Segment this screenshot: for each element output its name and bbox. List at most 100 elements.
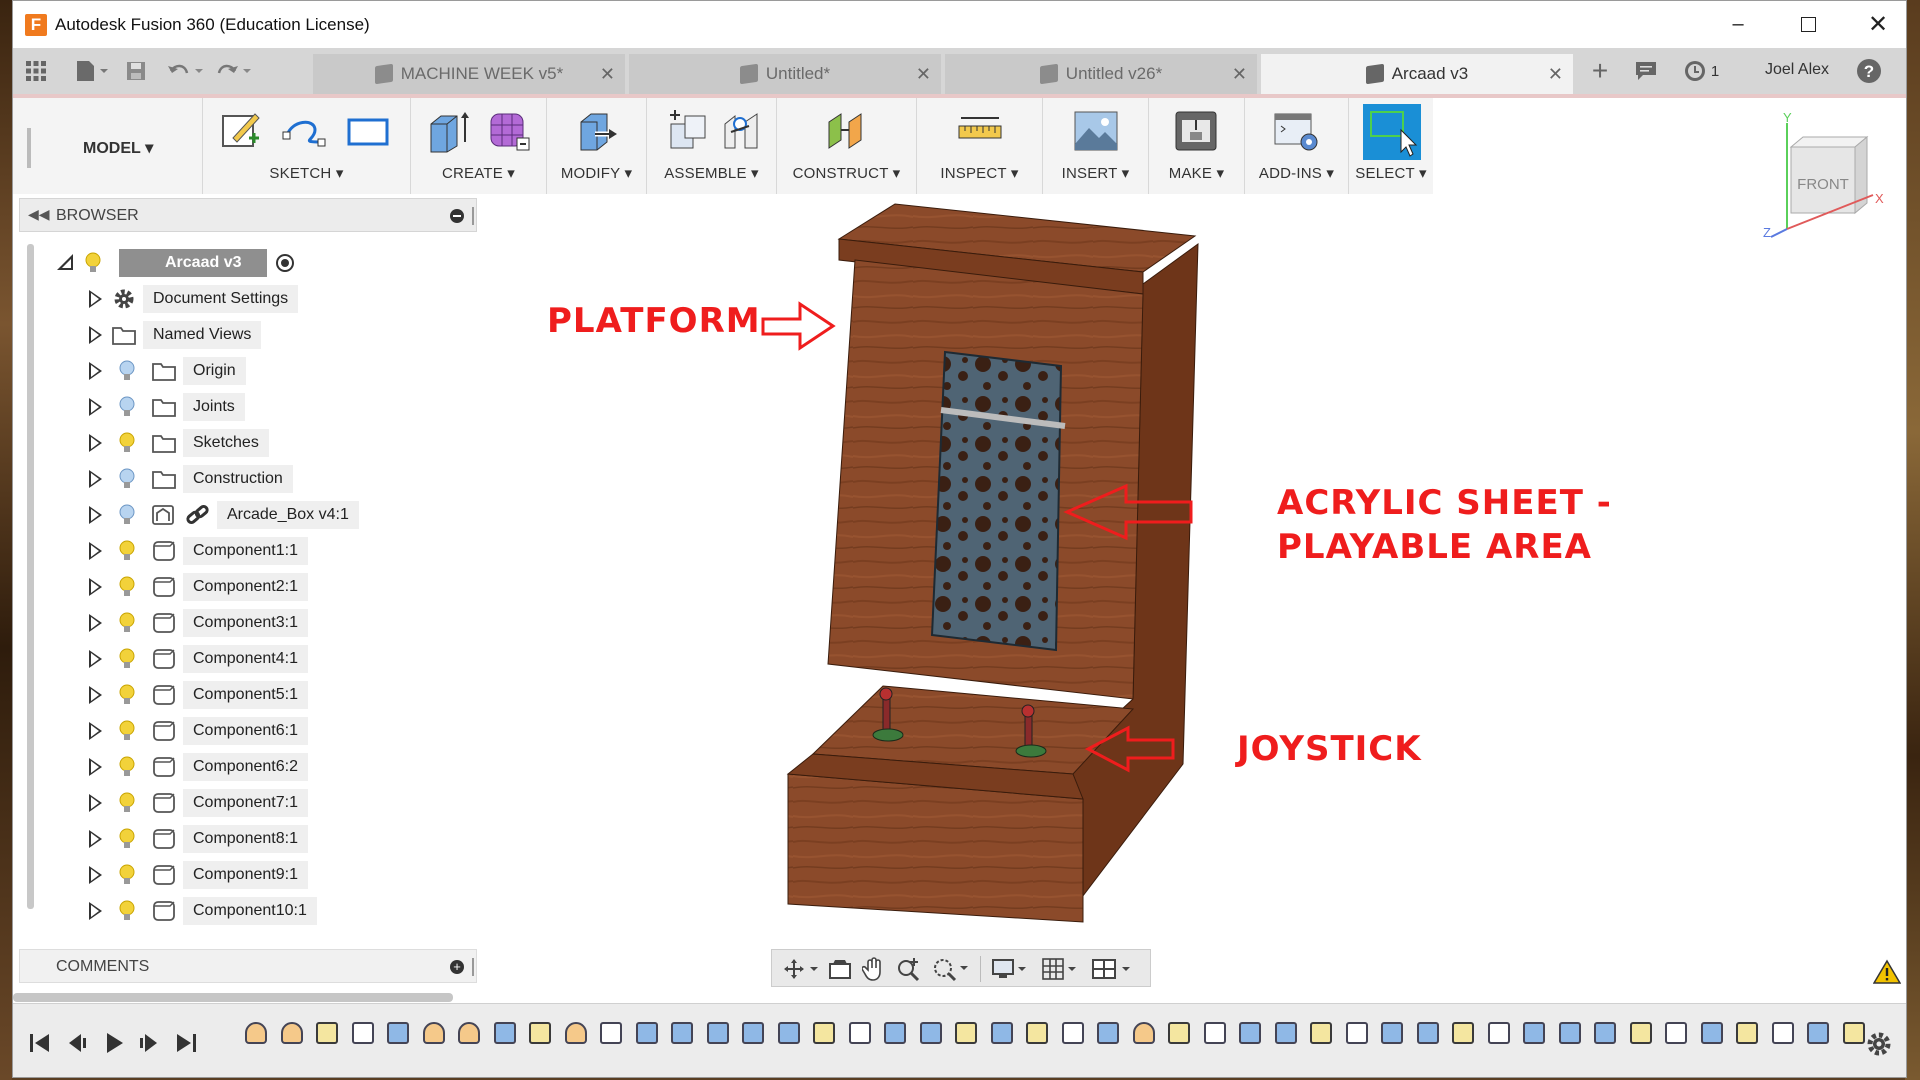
extrude-feature-icon[interactable] <box>1558 1022 1581 1044</box>
fit-zoom-window-icon[interactable] <box>932 956 972 982</box>
extrude-feature-icon[interactable] <box>387 1022 409 1044</box>
close-tab-icon[interactable]: ✕ <box>1548 64 1563 85</box>
press-pull-icon[interactable] <box>573 108 619 154</box>
data-panel-grid-icon[interactable] <box>23 58 49 84</box>
horizontal-scrollbar[interactable] <box>13 993 453 1002</box>
measure-icon[interactable] <box>957 108 1003 154</box>
new-component-icon[interactable] <box>665 108 711 154</box>
add-ins-group[interactable]: ADD-INS ▾ <box>1245 98 1349 194</box>
comments-panel[interactable]: COMMENTS + <box>19 949 477 983</box>
component-feature-icon[interactable] <box>1487 1022 1510 1044</box>
extrude-feature-icon[interactable] <box>1381 1022 1403 1044</box>
select-tool-icon[interactable] <box>1363 104 1421 160</box>
make-group[interactable]: MAKE ▾ <box>1149 98 1245 194</box>
display-settings-icon[interactable] <box>992 958 1032 980</box>
sketch-feature-icon[interactable] <box>1842 1022 1865 1044</box>
tab-untitled[interactable]: Untitled* ✕ <box>629 54 941 94</box>
step-forward-icon[interactable] <box>137 1030 163 1056</box>
extrude-feature-icon[interactable] <box>777 1022 800 1044</box>
extrude-feature-icon[interactable] <box>1274 1022 1297 1044</box>
extrude-feature-icon[interactable] <box>1523 1022 1545 1044</box>
extrude-feature-icon[interactable] <box>635 1022 658 1044</box>
insert-canvas-icon[interactable] <box>1073 108 1119 154</box>
joint-icon[interactable] <box>719 108 765 154</box>
new-tab-plus-icon[interactable]: + <box>1583 55 1617 86</box>
pan-hand-icon[interactable] <box>862 956 886 982</box>
go-to-end-icon[interactable] <box>173 1030 199 1056</box>
component-feature-icon[interactable] <box>1665 1022 1687 1044</box>
job-status-clock-icon[interactable]: 1 <box>1677 58 1725 84</box>
extrude-feature-icon[interactable] <box>1700 1022 1723 1044</box>
workspace-switcher[interactable]: MODEL ▾ <box>33 98 203 194</box>
rectangle-tool-icon[interactable] <box>345 108 391 154</box>
construct-group[interactable]: CONSTRUCT ▾ <box>777 98 917 194</box>
revolve-feature-icon[interactable] <box>245 1022 267 1044</box>
component-feature-icon[interactable] <box>1345 1022 1368 1044</box>
sketch-feature-icon[interactable] <box>955 1022 977 1044</box>
create-group[interactable]: CREATE ▾ <box>411 98 547 194</box>
component-feature-icon[interactable] <box>1061 1022 1084 1044</box>
close-tab-icon[interactable]: ✕ <box>1232 64 1247 85</box>
sketch-feature-icon[interactable] <box>1736 1022 1758 1044</box>
scripts-addins-icon[interactable] <box>1273 108 1319 154</box>
close-window-button[interactable]: ✕ <box>1843 1 1906 48</box>
extrude-feature-icon[interactable] <box>1097 1022 1119 1044</box>
3d-print-icon[interactable] <box>1173 108 1219 154</box>
extrude-feature-icon[interactable] <box>1239 1022 1261 1044</box>
component-feature-icon[interactable] <box>1771 1022 1794 1044</box>
sketch-group[interactable]: SKETCH ▾ <box>203 98 411 194</box>
step-back-icon[interactable] <box>63 1030 89 1056</box>
extrude-feature-icon[interactable] <box>671 1022 693 1044</box>
extrude-feature-icon[interactable] <box>1416 1022 1439 1044</box>
inspect-group[interactable]: INSPECT ▾ <box>917 98 1043 194</box>
component-feature-icon[interactable] <box>351 1022 374 1044</box>
comments-grip-icon[interactable] <box>472 958 474 976</box>
close-tab-icon[interactable]: ✕ <box>600 64 615 85</box>
offset-plane-icon[interactable] <box>823 108 869 154</box>
arcade-box-model[interactable] <box>786 203 1199 923</box>
revolve-feature-icon[interactable] <box>564 1022 587 1044</box>
insert-group[interactable]: INSERT ▾ <box>1043 98 1149 194</box>
save-icon[interactable] <box>123 58 149 84</box>
undo-icon[interactable] <box>165 58 205 84</box>
sketch-feature-icon[interactable] <box>1310 1022 1332 1044</box>
toolbar-grip[interactable] <box>27 128 31 168</box>
sketch-feature-icon[interactable] <box>1452 1022 1474 1044</box>
extrude-feature-icon[interactable] <box>990 1022 1013 1044</box>
sketch-feature-icon[interactable] <box>813 1022 835 1044</box>
model-canvas[interactable] <box>13 194 1907 934</box>
tab-untitled-v26[interactable]: Untitled v26* ✕ <box>945 54 1257 94</box>
viewcube-front-face[interactable]: FRONT <box>1797 176 1849 193</box>
component-feature-icon[interactable] <box>1203 1022 1226 1044</box>
assemble-group[interactable]: ASSEMBLE ▾ <box>647 98 777 194</box>
acrylic-sheet[interactable] <box>930 350 1063 652</box>
help-icon[interactable]: ? <box>1855 58 1883 84</box>
grid-settings-icon[interactable] <box>1042 958 1082 980</box>
notification-chat-icon[interactable] <box>1631 58 1661 84</box>
form-tool-icon[interactable] <box>487 108 533 154</box>
redo-icon[interactable] <box>213 58 253 84</box>
zoom-icon[interactable] <box>896 956 922 982</box>
line-tool-icon[interactable] <box>281 108 327 154</box>
extrude-feature-icon[interactable] <box>742 1022 764 1044</box>
sketch-feature-icon[interactable] <box>1629 1022 1652 1044</box>
component-feature-icon[interactable] <box>848 1022 871 1044</box>
sketch-feature-icon[interactable] <box>529 1022 551 1044</box>
extrude-feature-icon[interactable] <box>706 1022 729 1044</box>
sketch-feature-icon[interactable] <box>316 1022 338 1044</box>
revolve-feature-icon[interactable] <box>458 1022 480 1044</box>
warning-icon[interactable] <box>1873 959 1901 985</box>
viewports-icon[interactable] <box>1092 958 1136 980</box>
revolve-feature-icon[interactable] <box>422 1022 445 1044</box>
tab-arcaad-v3[interactable]: Arcaad v3 ✕ <box>1261 54 1573 94</box>
revolve-feature-icon[interactable] <box>1132 1022 1155 1044</box>
look-at-icon[interactable] <box>828 958 852 980</box>
timeline-settings-gear-icon[interactable] <box>1865 1030 1893 1058</box>
sketch-feature-icon[interactable] <box>1168 1022 1190 1044</box>
modify-group[interactable]: MODIFY ▾ <box>547 98 647 194</box>
tab-machine-week[interactable]: MACHINE WEEK v5* ✕ <box>313 54 625 94</box>
extrude-feature-icon[interactable] <box>884 1022 906 1044</box>
close-tab-icon[interactable]: ✕ <box>916 64 931 85</box>
sketch-feature-icon[interactable] <box>1026 1022 1048 1044</box>
add-comment-icon[interactable]: + <box>450 960 464 974</box>
